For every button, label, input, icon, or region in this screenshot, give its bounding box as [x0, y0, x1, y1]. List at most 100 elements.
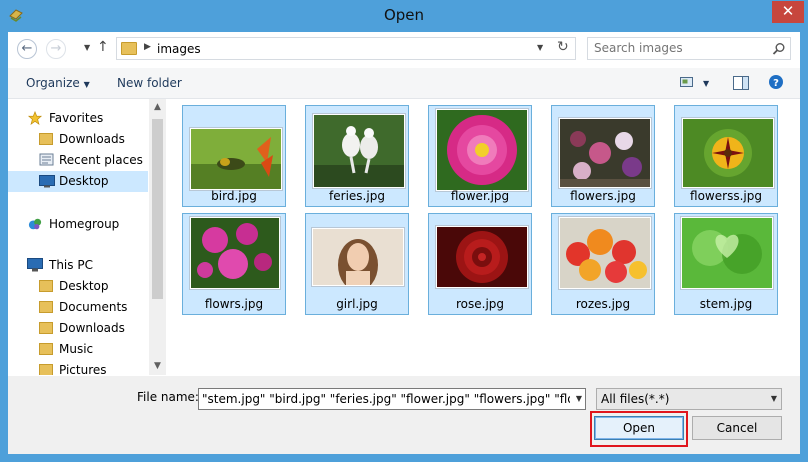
- downloads-folder-icon: [39, 321, 55, 335]
- title-bar: Open ✕: [0, 0, 808, 32]
- dialog-footer: File name: ▼ All files(*.*) ▼ Open Cance…: [8, 376, 800, 454]
- nav-label: Homegroup: [49, 217, 120, 231]
- file-name: flowrs.jpg: [204, 297, 264, 311]
- feries-thumbnail: [313, 114, 405, 188]
- file-name: bird.jpg: [211, 189, 257, 203]
- recent-locations-dropdown[interactable]: ▼: [84, 43, 90, 52]
- file-list: bird.jpg feries.jpg flower.jpg flowers.j…: [174, 99, 800, 375]
- nav-label: Documents: [59, 300, 128, 314]
- scrollbar-thumb[interactable]: [152, 119, 163, 299]
- new-folder-button[interactable]: New folder: [117, 76, 182, 90]
- preview-pane-icon[interactable]: [732, 74, 750, 92]
- nav-pc-desktop[interactable]: Desktop: [8, 276, 148, 297]
- nav-label: Downloads: [59, 321, 125, 335]
- address-dropdown-icon[interactable]: ▼: [537, 43, 543, 52]
- open-dialog: Open ✕ ← → ▼ ↑ ▶ images ▼ ↻ Organize ▼ N…: [0, 0, 808, 462]
- file-name: flowerss.jpg: [690, 189, 762, 203]
- nav-label: Desktop: [59, 279, 109, 293]
- nav-pictures[interactable]: Pictures: [8, 360, 148, 375]
- downloads-folder-icon: [39, 132, 55, 146]
- file-name-input[interactable]: [202, 391, 570, 407]
- navigation-pane: Favorites Downloads Recent places Deskto…: [8, 99, 166, 375]
- flowerss-thumbnail: [682, 118, 774, 188]
- file-type-select[interactable]: All files(*.*) ▼: [596, 388, 782, 410]
- desktop-icon: [39, 175, 55, 188]
- file-name: girl.jpg: [336, 297, 378, 311]
- nav-recent-places[interactable]: Recent places: [8, 150, 148, 171]
- nav-label: Music: [59, 342, 94, 356]
- pictures-folder-icon: [39, 363, 55, 375]
- svg-text:?: ?: [773, 78, 779, 89]
- navigation-scrollbar[interactable]: ▲ ▼: [149, 99, 166, 375]
- flowrs-thumbnail: [190, 217, 280, 289]
- search-box[interactable]: [587, 37, 791, 60]
- file-item-bird[interactable]: bird.jpg: [182, 105, 286, 207]
- nav-documents[interactable]: Documents: [8, 297, 148, 318]
- documents-folder-icon: [39, 300, 55, 314]
- forward-button[interactable]: →: [46, 39, 66, 59]
- breadcrumb-separator-icon[interactable]: ▶: [144, 42, 151, 52]
- nav-music[interactable]: Music: [8, 339, 148, 360]
- file-type-value: All files(*.*): [601, 392, 670, 406]
- view-options-dropdown[interactable]: ▼: [703, 79, 709, 88]
- file-name-combobox[interactable]: ▼: [198, 388, 586, 410]
- nav-desktop-favorite[interactable]: Desktop: [8, 171, 148, 192]
- file-name: feries.jpg: [329, 189, 385, 203]
- nav-downloads[interactable]: Downloads: [8, 129, 148, 150]
- file-item-flowrs[interactable]: flowrs.jpg: [182, 213, 286, 315]
- dialog-client: ← → ▼ ↑ ▶ images ▼ ↻ Organize ▼ New fold…: [8, 32, 800, 454]
- bird-thumbnail: [190, 128, 282, 190]
- nav-favorites[interactable]: Favorites: [8, 108, 148, 129]
- nav-pc-downloads[interactable]: Downloads: [8, 318, 148, 339]
- nav-this-pc[interactable]: This PC: [8, 255, 148, 276]
- help-icon[interactable]: ?: [768, 74, 784, 90]
- file-name: flowers.jpg: [570, 189, 636, 203]
- scroll-up-icon[interactable]: ▲: [149, 99, 166, 116]
- chevron-down-icon: ▼: [770, 394, 777, 403]
- nav-label: Desktop: [59, 174, 109, 188]
- breadcrumb-images[interactable]: images: [157, 42, 201, 56]
- organize-menu[interactable]: Organize ▼: [26, 76, 90, 90]
- refresh-icon[interactable]: ↻: [557, 39, 569, 55]
- rose-thumbnail: [436, 226, 528, 288]
- chevron-down-icon: ▼: [83, 80, 90, 89]
- flowers-thumbnail: [559, 118, 651, 188]
- file-item-feries[interactable]: feries.jpg: [305, 105, 409, 207]
- recent-places-icon: [39, 153, 54, 166]
- desktop-folder-icon: [39, 279, 55, 293]
- change-view-icon[interactable]: [679, 74, 695, 90]
- address-bar[interactable]: ▶ images ▼ ↻: [116, 37, 576, 60]
- close-button[interactable]: ✕: [772, 1, 804, 23]
- file-item-flowerss[interactable]: flowerss.jpg: [674, 105, 778, 207]
- pc-icon: [27, 258, 43, 272]
- file-name-label: File name:: [137, 390, 199, 404]
- music-folder-icon: [39, 342, 55, 356]
- up-button[interactable]: ↑: [97, 39, 109, 55]
- nav-label: Recent places: [59, 153, 143, 167]
- girl-thumbnail: [312, 228, 404, 286]
- nav-homegroup[interactable]: Homegroup: [8, 214, 148, 235]
- rozes-thumbnail: [559, 217, 651, 289]
- open-button-highlight: [590, 411, 688, 447]
- cancel-button[interactable]: Cancel: [692, 416, 782, 440]
- star-icon: [27, 111, 43, 125]
- back-button[interactable]: ←: [17, 39, 37, 59]
- file-item-flowers[interactable]: flowers.jpg: [551, 105, 655, 207]
- file-item-stem[interactable]: stem.jpg: [674, 213, 778, 315]
- search-icon[interactable]: [772, 42, 786, 56]
- search-input[interactable]: [594, 40, 764, 56]
- nav-label: Downloads: [59, 132, 125, 146]
- file-item-rose[interactable]: rose.jpg: [428, 213, 532, 315]
- nav-label: Pictures: [59, 363, 107, 375]
- file-item-rozes[interactable]: rozes.jpg: [551, 213, 655, 315]
- command-bar: Organize ▼ New folder ▼ ?: [8, 68, 800, 99]
- window-title: Open: [383, 6, 425, 24]
- file-name-dropdown-icon[interactable]: ▼: [576, 394, 582, 403]
- file-name: rozes.jpg: [575, 297, 631, 311]
- file-item-flower[interactable]: flower.jpg: [428, 105, 532, 207]
- file-item-girl[interactable]: girl.jpg: [305, 213, 409, 315]
- nav-label: This PC: [49, 258, 93, 272]
- scroll-down-icon[interactable]: ▼: [149, 358, 166, 375]
- file-name: stem.jpg: [699, 297, 753, 311]
- folder-icon: [121, 42, 137, 55]
